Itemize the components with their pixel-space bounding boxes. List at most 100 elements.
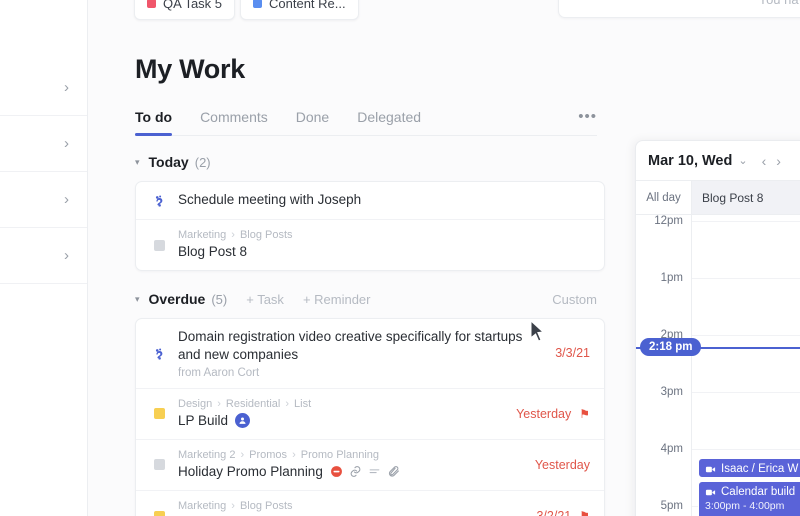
table-row[interactable]: Domain registration video creative speci… <box>136 319 604 389</box>
breadcrumb-separator: › <box>231 229 235 241</box>
status-square[interactable] <box>153 239 165 251</box>
row-meta: 3/2/21 ⚑ <box>536 509 590 516</box>
status-square[interactable] <box>153 510 165 516</box>
caret-down-icon[interactable]: ▾ <box>135 157 140 167</box>
breadcrumb-item[interactable]: Blog Posts <box>240 500 293 512</box>
calendar-event[interactable]: Isaac / Erica W <box>698 458 800 478</box>
table-row[interactable]: Marketing › Blog Posts Blog Post 1 <box>136 491 604 516</box>
avatar[interactable] <box>235 413 251 429</box>
event-title-row: Isaac / Erica W <box>705 463 800 475</box>
hour-gridline <box>692 392 800 393</box>
add-task-button[interactable]: + Task <box>246 292 284 307</box>
top-chip-qa-task[interactable]: QA Task 5 <box>134 0 236 20</box>
add-reminder-button[interactable]: + Reminder <box>303 292 371 307</box>
chevron-right-icon[interactable]: › <box>64 136 69 151</box>
breadcrumb-item[interactable]: Residential <box>226 398 280 410</box>
prev-day-button[interactable]: ‹ <box>762 153 767 169</box>
status-square[interactable] <box>153 408 165 420</box>
row-title: Holiday Promo Planning <box>178 463 525 481</box>
breadcrumb-item[interactable]: Marketing <box>178 229 226 241</box>
attachment-icon[interactable] <box>387 465 400 478</box>
allday-label: All day <box>636 181 692 214</box>
row-body: Marketing › Blog Posts Blog Post 8 <box>178 229 590 261</box>
section-header-overdue[interactable]: ▾ Overdue (5) + Task + Reminder Custom <box>135 291 597 307</box>
row-meta: Yesterday ⚑ <box>516 407 590 421</box>
custom-button[interactable]: Custom <box>552 292 597 307</box>
row-title: LP Build <box>178 412 506 430</box>
breadcrumb-separator: › <box>217 397 221 410</box>
breadcrumb-item[interactable]: Design <box>178 398 212 410</box>
camera-icon <box>705 466 716 472</box>
breadcrumb: Marketing › Blog Posts <box>178 229 590 241</box>
row-body: Design › Residential › List LP Build <box>178 398 506 430</box>
hour-gridline <box>692 449 800 450</box>
calendar-event[interactable]: Calendar build 3:00pm - 4:00pm <box>698 481 800 516</box>
tab-delegated[interactable]: Delegated <box>357 109 421 135</box>
breadcrumb-separator: › <box>292 448 296 461</box>
table-row[interactable]: Schedule meeting with Joseph <box>136 182 604 220</box>
sidebar-item-3[interactable]: › <box>0 172 87 228</box>
allday-event[interactable]: Blog Post 8 <box>692 181 800 214</box>
chevron-right-icon[interactable]: › <box>64 80 69 95</box>
breadcrumb-separator: › <box>231 500 235 513</box>
row-meta: Yesterday <box>535 458 590 472</box>
section-count: (5) <box>211 291 228 307</box>
calendar-slots[interactable]: Isaac / Erica W Calendar build 3:00pm - … <box>692 215 800 516</box>
chevron-right-icon[interactable]: › <box>64 192 69 207</box>
hour-label: 3pm <box>660 386 683 398</box>
breadcrumb-item[interactable]: Blog Posts <box>240 229 293 241</box>
tab-to-do[interactable]: To do <box>135 109 173 136</box>
chevron-right-icon[interactable]: › <box>64 248 69 263</box>
blocked-icon[interactable] <box>330 465 343 478</box>
breadcrumb-separator: › <box>240 448 245 461</box>
row-title: Schedule meeting with Joseph <box>178 192 362 208</box>
chip-label: Content Re... <box>269 0 346 11</box>
description-icon[interactable] <box>368 465 381 478</box>
section-header-today[interactable]: ▾ Today (2) <box>135 154 597 170</box>
breadcrumb-item[interactable]: Marketing 2 <box>178 449 235 461</box>
row-lead <box>150 510 168 516</box>
breadcrumb-item[interactable]: Marketing <box>178 500 226 512</box>
breadcrumb-separator: › <box>285 397 290 410</box>
tab-done[interactable]: Done <box>296 109 329 135</box>
caret-down-icon[interactable]: ▾ <box>135 294 140 304</box>
tab-comments[interactable]: Comments <box>200 109 268 135</box>
table-row[interactable]: Marketing › Blog Posts Blog Post 8 <box>136 220 604 270</box>
section-title: Overdue <box>148 291 206 308</box>
hour-gridline <box>692 278 800 279</box>
row-lead <box>150 193 168 208</box>
sidebar-item-2[interactable]: › <box>0 116 87 172</box>
breadcrumb-item[interactable]: Promos <box>249 449 287 461</box>
flag-icon[interactable]: ⚑ <box>579 509 590 516</box>
calendar-date-label[interactable]: Mar 10, Wed <box>648 153 732 169</box>
table-row[interactable]: Marketing 2 › Promos › Promo Planning Ho… <box>136 440 604 492</box>
calendar-panel: Mar 10, Wed ⌄ ‹ › All day Blog Post 8 12… <box>635 140 800 516</box>
calendar-header: Mar 10, Wed ⌄ ‹ › <box>636 141 800 181</box>
next-day-button[interactable]: › <box>776 153 781 169</box>
row-lead <box>150 408 168 420</box>
table-row[interactable]: Design › Residential › List LP Build Yes… <box>136 389 604 440</box>
top-chip-content-review[interactable]: Content Re... <box>240 0 359 20</box>
sidebar-item-4[interactable]: › <box>0 228 87 284</box>
row-title-text: LP Build <box>178 412 229 428</box>
top-strip: QA Task 5 Content Re... You have no tren… <box>88 0 800 26</box>
calendar-grid: 12pm 1pm 2pm 3pm 4pm 5pm Isaac / Erica W… <box>636 215 800 516</box>
chevron-down-icon[interactable]: ⌄ <box>738 154 747 167</box>
left-sidebar: › › › › <box>0 0 88 516</box>
chip-color-dot <box>253 0 262 8</box>
breadcrumb-item[interactable]: Promo Planning <box>301 449 379 461</box>
event-time: 3:00pm - 4:00pm <box>705 500 785 512</box>
due-date: Yesterday <box>516 406 572 421</box>
status-square[interactable] <box>153 459 165 471</box>
link-icon[interactable] <box>349 465 362 478</box>
hour-gridline <box>692 335 800 336</box>
breadcrumb-item[interactable]: List <box>294 398 311 410</box>
due-date: Yesterday <box>534 457 590 472</box>
breadcrumb: Design › Residential › List <box>178 398 506 410</box>
flag-icon[interactable]: ⚑ <box>579 407 590 421</box>
overdue-task-card: Domain registration video creative speci… <box>135 318 605 516</box>
sidebar-item-1[interactable]: › <box>0 60 87 116</box>
tab-more-menu-button[interactable]: ••• <box>578 108 597 125</box>
hour-gridline <box>692 221 800 222</box>
breadcrumb: Marketing › Blog Posts <box>178 500 526 512</box>
